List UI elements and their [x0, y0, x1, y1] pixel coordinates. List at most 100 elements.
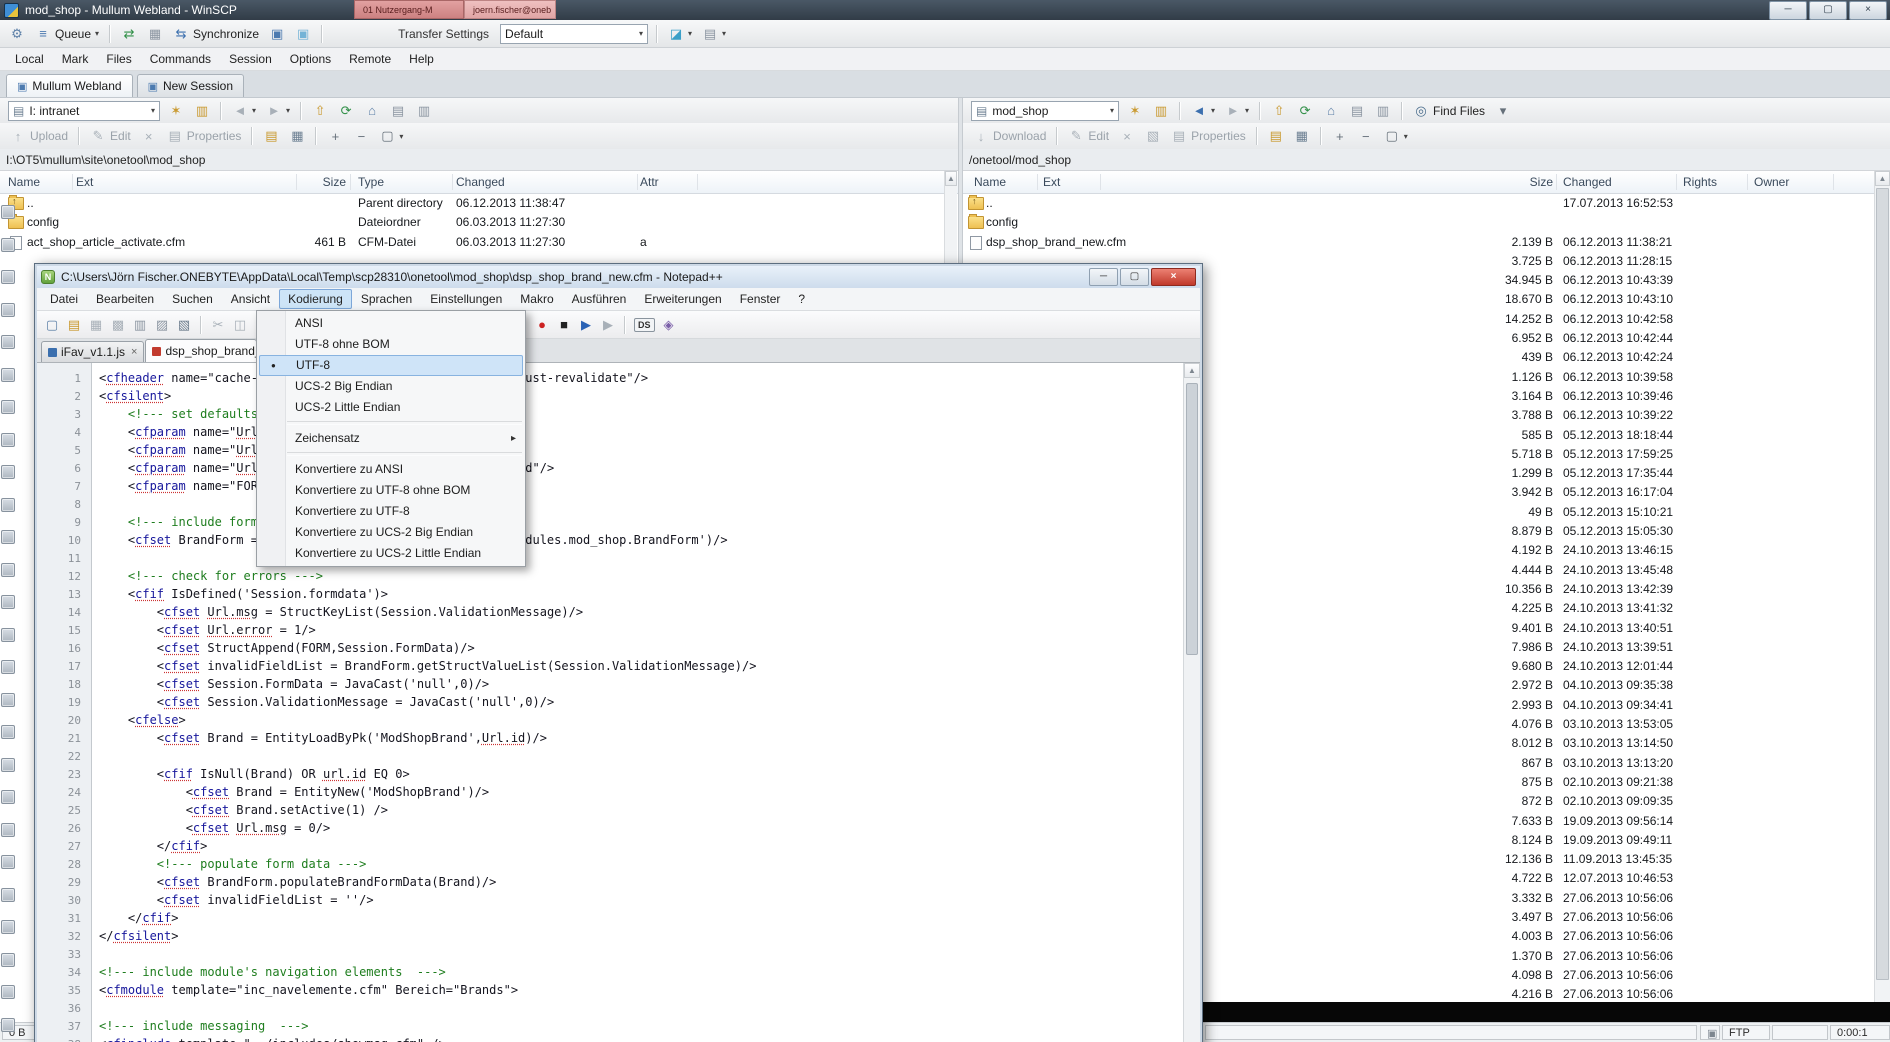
- remove-filter-icon[interactable]: −: [1354, 127, 1378, 146]
- scroll-up-icon[interactable]: ▲: [1184, 363, 1200, 378]
- dock-icon[interactable]: [1, 270, 15, 284]
- encoding-menu-item[interactable]: ●UTF-8: [259, 355, 523, 376]
- encoding-menu-item[interactable]: UTF-8 ohne BOM: [257, 334, 525, 355]
- dock-icon[interactable]: [1, 985, 15, 999]
- back-icon[interactable]: ◄▾: [1187, 101, 1219, 120]
- queue-show-icon[interactable]: ▣: [265, 24, 289, 44]
- add-filter-icon[interactable]: +: [1328, 127, 1352, 146]
- dock-icon[interactable]: [1, 563, 15, 577]
- dock-icon[interactable]: [1, 238, 15, 252]
- np-menu-einstellungen[interactable]: Einstellungen: [421, 289, 511, 309]
- column-header-size[interactable]: Size: [240, 175, 346, 189]
- open-directory-icon[interactable]: ✶: [1123, 101, 1147, 121]
- session-tab[interactable]: ▣Mullum Webland: [6, 74, 133, 97]
- menu-mark[interactable]: Mark: [53, 49, 98, 69]
- minimize-button[interactable]: ─: [1769, 1, 1807, 20]
- console-icon[interactable]: ▦: [1290, 126, 1314, 146]
- column-header-rights[interactable]: Rights: [1683, 175, 1717, 189]
- dock-icon[interactable]: [1, 465, 15, 479]
- file-row[interactable]: dsp_shop_brand_new.cfm2.139 B06.12.2013 …: [963, 232, 1876, 251]
- cut-icon[interactable]: ✂: [208, 316, 228, 334]
- encoding-menu-item[interactable]: ANSI: [257, 313, 525, 334]
- np-menu-datei[interactable]: Datei: [41, 289, 87, 309]
- forward-icon[interactable]: ►▾: [262, 101, 294, 120]
- copy-icon[interactable]: ◫: [230, 316, 250, 334]
- upload-button[interactable]: ↑Upload: [6, 127, 72, 146]
- print-icon[interactable]: ▧: [174, 316, 194, 334]
- refresh-icon[interactable]: ⟳: [1293, 101, 1317, 121]
- panel-menu-icon[interactable]: ▾: [1491, 101, 1515, 121]
- find-files-button[interactable]: ◎Find Files: [1409, 101, 1489, 121]
- delete-icon[interactable]: ×: [1115, 127, 1139, 146]
- dock-icon[interactable]: [1, 530, 15, 544]
- np-menu-ausf-hren[interactable]: Ausführen: [563, 289, 636, 309]
- session-tab[interactable]: ▣New Session: [137, 74, 244, 97]
- forward-icon[interactable]: ►▾: [1221, 101, 1253, 120]
- run-macro-multiple-icon[interactable]: ▶: [598, 316, 618, 334]
- close-button[interactable]: ×: [1849, 1, 1887, 20]
- maximize-button[interactable]: ▢: [1809, 1, 1847, 20]
- directory-tree-icon[interactable]: ▤: [386, 101, 410, 121]
- np-menu-makro[interactable]: Makro: [511, 289, 562, 309]
- close-file-icon[interactable]: ▥: [130, 316, 150, 334]
- close-all-icon[interactable]: ▨: [152, 316, 172, 334]
- save-icon[interactable]: ▦: [86, 316, 106, 334]
- file-row[interactable]: config: [963, 212, 1876, 231]
- encoding-menu-item[interactable]: Konvertiere zu UCS-2 Big Endian: [257, 522, 525, 543]
- save-all-icon[interactable]: ▩: [108, 316, 128, 334]
- remote-scrollbar[interactable]: ▲: [1874, 171, 1890, 1042]
- open-file-icon[interactable]: ▤: [64, 316, 84, 334]
- dock-icon[interactable]: [1, 790, 15, 804]
- new-folder-icon[interactable]: ▤: [1264, 126, 1288, 146]
- refresh-icon[interactable]: ⟳: [334, 101, 358, 121]
- queue-button[interactable]: ≡Queue▾: [31, 24, 103, 43]
- dock-icon[interactable]: [1, 693, 15, 707]
- np-menu-ansicht[interactable]: Ansicht: [222, 289, 279, 309]
- stop-macro-icon[interactable]: ■: [554, 316, 574, 333]
- dock-icon[interactable]: [1, 400, 15, 414]
- record-macro-icon[interactable]: ●: [532, 316, 552, 333]
- console-icon[interactable]: ▦: [285, 126, 309, 146]
- keep-up-to-date-icon[interactable]: ⇄: [117, 24, 141, 44]
- menu-options[interactable]: Options: [281, 49, 340, 69]
- menu-help[interactable]: Help: [400, 49, 443, 69]
- document-tab[interactable]: dsp_shop_brand_new.cfm: [145, 339, 257, 362]
- menu-session[interactable]: Session: [220, 49, 281, 69]
- plugin-icon[interactable]: ◈: [659, 316, 679, 334]
- dock-icon[interactable]: [1, 433, 15, 447]
- bookmark-icon[interactable]: ▥: [190, 101, 214, 121]
- column-header-name[interactable]: Name: [8, 175, 40, 189]
- editor-scrollbar[interactable]: ▲: [1183, 363, 1200, 1042]
- encoding-menu-item[interactable]: Konvertiere zu ANSI: [257, 459, 525, 480]
- dock-icon[interactable]: [1, 628, 15, 642]
- menu-files[interactable]: Files: [97, 49, 140, 69]
- dock-icon[interactable]: [1, 920, 15, 934]
- encoding-menu-item[interactable]: Konvertiere zu UCS-2 Little Endian: [257, 543, 525, 564]
- np-menu-erweiterungen[interactable]: Erweiterungen: [635, 289, 730, 309]
- column-header-changed[interactable]: Changed: [1563, 175, 1612, 189]
- file-row[interactable]: ..17.07.2013 16:52:53: [963, 193, 1876, 212]
- editor[interactable]: 1<cfheader name="cache-control" value="n…: [37, 363, 1200, 1042]
- add-filter-icon[interactable]: +: [323, 127, 347, 146]
- np-close-button[interactable]: ×: [1151, 268, 1196, 286]
- delete-icon[interactable]: ×: [137, 127, 161, 146]
- column-header-name[interactable]: Name: [974, 175, 1006, 189]
- menu-local[interactable]: Local: [6, 49, 53, 69]
- np-menu-sprachen[interactable]: Sprachen: [352, 289, 421, 309]
- panel-options-icon[interactable]: ▥: [1371, 101, 1395, 121]
- np-menu-?[interactable]: ?: [789, 289, 814, 309]
- home-directory-icon[interactable]: ⌂: [360, 101, 384, 120]
- menu-commands[interactable]: Commands: [141, 49, 220, 69]
- bookmark-icon[interactable]: ▥: [1149, 101, 1173, 121]
- properties-button[interactable]: ▤Properties: [163, 126, 246, 146]
- synchronize-browsing-icon[interactable]: ▦: [143, 24, 167, 44]
- menu-remote[interactable]: Remote: [340, 49, 400, 69]
- parent-directory-icon[interactable]: ⇧: [1267, 101, 1291, 121]
- dock-icon[interactable]: [1, 303, 15, 317]
- encoding-menu-item[interactable]: Konvertiere zu UTF-8 ohne BOM: [257, 480, 525, 501]
- np-minimize-button[interactable]: ─: [1089, 268, 1118, 286]
- remove-filter-icon[interactable]: −: [349, 127, 373, 146]
- new-folder-icon[interactable]: ▤: [259, 126, 283, 146]
- rename-icon[interactable]: ▧: [1141, 126, 1165, 146]
- encoding-menu-item[interactable]: Konvertiere zu UTF-8: [257, 501, 525, 522]
